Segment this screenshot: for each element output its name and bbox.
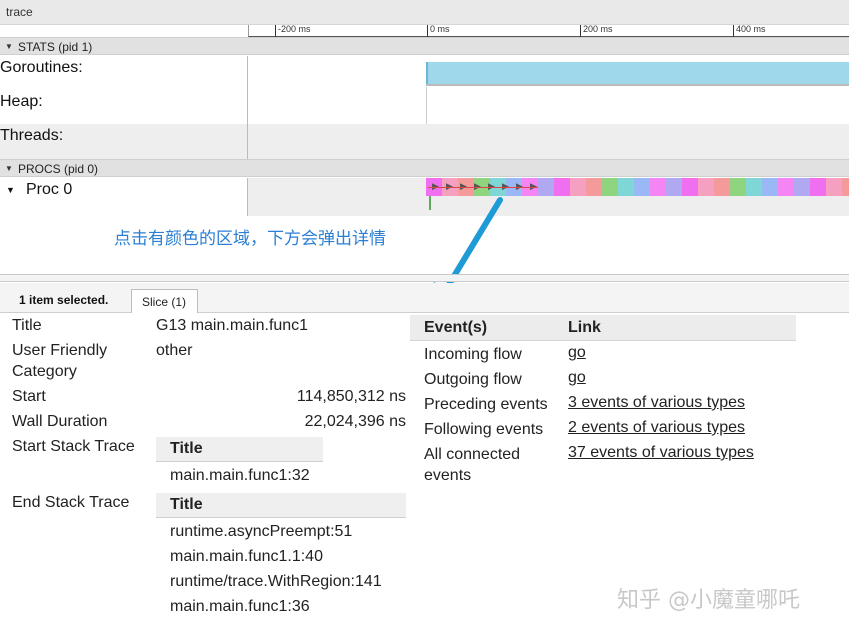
expand-triangle-icon[interactable]: ▼: [6, 185, 15, 195]
events-column-header: Event(s): [424, 319, 487, 337]
all-connected-events-link[interactable]: 37 events of various types: [568, 444, 754, 462]
events-table-header: Event(s) Link: [410, 315, 796, 341]
link-column-header: Link: [568, 319, 601, 337]
heap-counter-line: [426, 87, 427, 124]
end-stack-label: End Stack Trace: [12, 494, 129, 512]
proc0-track: ▼ Proc 0 ▶▶▶▶▶▶▶▶: [0, 178, 849, 216]
goroutine-slice[interactable]: [666, 178, 682, 196]
goroutine-slice[interactable]: [778, 178, 794, 196]
watermark: 知乎 @小魔童哪吒: [617, 582, 800, 614]
heap-track: Heap:: [0, 87, 849, 124]
ruler-tick: 400 ms: [733, 25, 766, 37]
annotation-text: 点击有颜色的区域，下方会弹出详情: [114, 224, 386, 249]
goroutine-slice[interactable]: [634, 178, 650, 196]
event-row-following: Following events 2 events of various typ…: [410, 416, 796, 441]
proc0-area[interactable]: ▶▶▶▶▶▶▶▶: [248, 178, 849, 216]
tab-slice[interactable]: Slice (1): [131, 289, 198, 314]
stack-frame: runtime.asyncPreempt:51: [156, 518, 406, 543]
goroutine-slice[interactable]: [570, 178, 586, 196]
event-row-incoming-flow: Incoming flow go: [410, 341, 796, 366]
stack-frame: main.main.func1.1:40: [156, 543, 406, 568]
ruler-area[interactable]: -200 ms 0 ms 200 ms 400 ms: [248, 25, 849, 37]
incoming-flow-link[interactable]: go: [568, 344, 586, 362]
proc0-label: Proc 0: [26, 181, 72, 199]
stack-frame: main.main.func1:36: [156, 593, 406, 618]
goroutines-baseline: [426, 84, 849, 86]
title-label: Title: [12, 317, 42, 335]
event-row-outgoing-flow: Outgoing flow go: [410, 366, 796, 391]
start-label: Start: [12, 388, 46, 406]
goroutine-slice[interactable]: [714, 178, 730, 196]
goroutines-track: Goroutines:: [0, 56, 849, 87]
end-stack-header: Title: [156, 493, 406, 518]
selected-slice-marker: [429, 196, 431, 210]
preceding-events-link[interactable]: 3 events of various types: [568, 394, 745, 412]
event-name: All connected events: [424, 444, 544, 486]
goroutine-slice[interactable]: [538, 178, 554, 196]
ruler-tick: 0 ms: [427, 25, 450, 37]
start-stack-table: Title main.main.func1:32: [156, 437, 406, 487]
goroutines-area[interactable]: [248, 56, 849, 87]
goroutine-slice[interactable]: [810, 178, 826, 196]
collapse-triangle-icon[interactable]: ▼: [5, 42, 13, 51]
selection-count: 1 item selected.: [19, 293, 108, 307]
title-value: G13 main.main.func1: [156, 317, 308, 335]
wall-duration-label: Wall Duration: [12, 413, 107, 431]
goroutines-label: Goroutines:: [0, 56, 248, 87]
wall-duration-value: 22,024,396 ns: [305, 413, 406, 431]
outgoing-flow-link[interactable]: go: [568, 369, 586, 387]
panel-splitter[interactable]: [0, 274, 849, 282]
heap-area[interactable]: [248, 87, 849, 124]
goroutine-slice[interactable]: [698, 178, 714, 196]
start-stack-label: Start Stack Trace: [12, 438, 135, 456]
event-name: Following events: [424, 419, 574, 440]
goroutine-slice[interactable]: [746, 178, 762, 196]
stats-section-label: STATS (pid 1): [18, 40, 92, 54]
collapse-triangle-icon[interactable]: ▼: [5, 164, 13, 173]
stack-frame: runtime/trace.WithRegion:141: [156, 568, 406, 593]
event-name: Preceding events: [424, 394, 574, 415]
heap-label: Heap:: [0, 87, 248, 124]
stack-frame: main.main.func1:32: [156, 462, 406, 487]
following-events-link[interactable]: 2 events of various types: [568, 419, 745, 437]
goroutine-slice[interactable]: [682, 178, 698, 196]
event-row-all-connected: All connected events 37 events of variou…: [410, 441, 796, 487]
ruler-tick: -200 ms: [275, 25, 311, 37]
stats-section-header[interactable]: ▼ STATS (pid 1): [0, 37, 849, 55]
window-title: trace: [6, 5, 33, 19]
goroutine-slice[interactable]: [554, 178, 570, 196]
goroutine-slice[interactable]: [794, 178, 810, 196]
event-name: Outgoing flow: [424, 369, 574, 390]
goroutine-slice[interactable]: [842, 178, 849, 196]
threads-label: Threads:: [0, 124, 248, 159]
window-titlebar: trace: [0, 0, 849, 25]
start-value: 114,850,312 ns: [297, 388, 406, 406]
goroutine-slice[interactable]: [586, 178, 602, 196]
goroutine-slice[interactable]: [762, 178, 778, 196]
start-stack-header: Title: [156, 437, 323, 462]
event-row-preceding: Preceding events 3 events of various typ…: [410, 391, 796, 416]
ruler-tick: 200 ms: [580, 25, 613, 37]
flow-arrow-line: [428, 187, 538, 188]
procs-section-header[interactable]: ▼ PROCS (pid 0): [0, 159, 849, 177]
event-name: Incoming flow: [424, 344, 574, 365]
threads-track: Threads:: [0, 124, 849, 159]
events-table: Event(s) Link Incoming flow go Outgoing …: [410, 315, 796, 487]
analysis-tabs: 1 item selected. Slice (1): [0, 283, 849, 313]
end-stack-table: Title runtime.asyncPreempt:51 main.main.…: [156, 493, 406, 618]
timeline-ruler[interactable]: -200 ms 0 ms 200 ms 400 ms: [0, 25, 849, 37]
goroutines-counter-bar[interactable]: [426, 62, 849, 84]
category-value: other: [156, 342, 192, 360]
goroutine-slice[interactable]: [730, 178, 746, 196]
goroutine-slice[interactable]: [826, 178, 842, 196]
goroutine-slice[interactable]: [650, 178, 666, 196]
goroutine-slice[interactable]: [602, 178, 618, 196]
procs-section-label: PROCS (pid 0): [18, 162, 98, 176]
proc0-label-cell: ▼ Proc 0: [0, 178, 248, 216]
category-label-line2: Category: [12, 363, 77, 381]
threads-area[interactable]: [248, 124, 849, 159]
category-label-line1: User Friendly: [12, 342, 107, 360]
goroutine-slice[interactable]: [618, 178, 634, 196]
